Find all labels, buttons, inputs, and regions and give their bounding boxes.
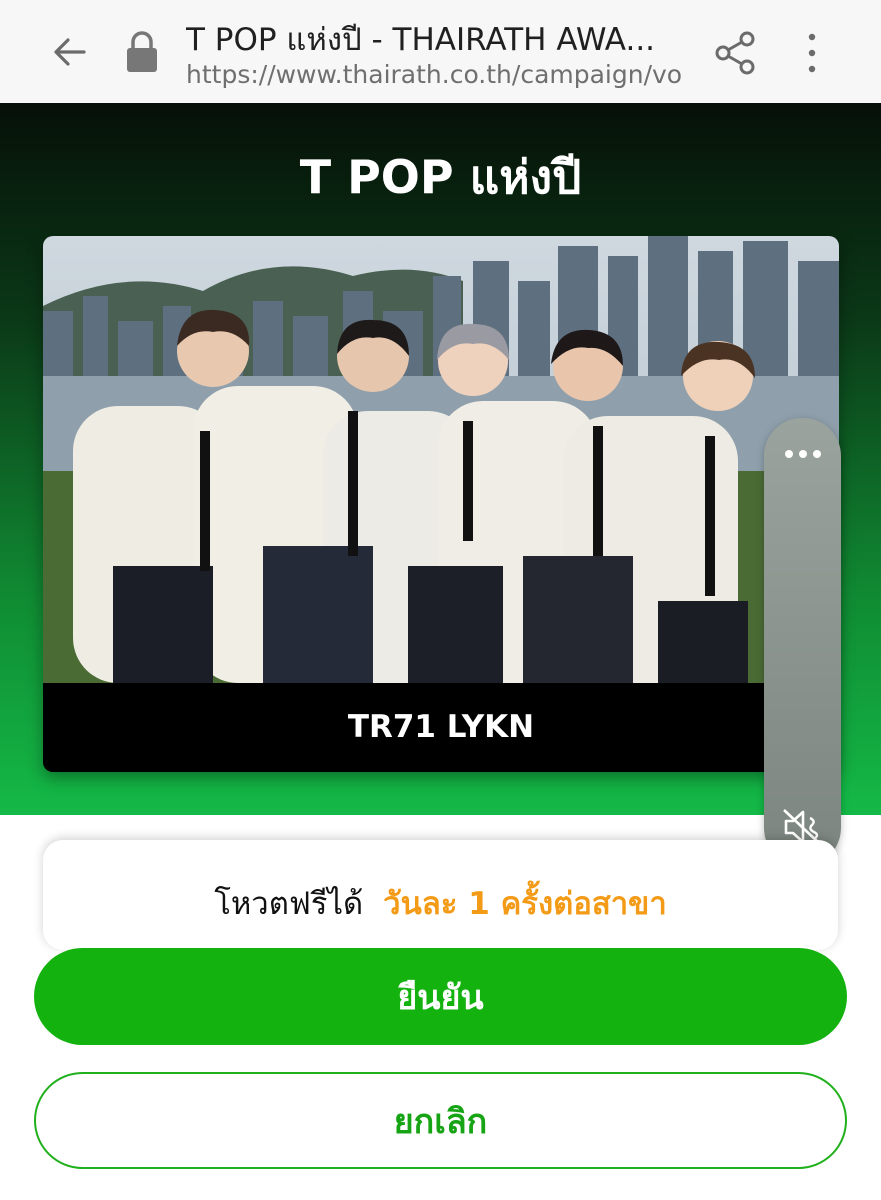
vote-info-highlight: วันละ 1 ครั้งต่อสาขา — [383, 886, 667, 922]
floating-video-widget[interactable] — [764, 418, 841, 866]
hero-section: T POP แห่งปี TR71 LYKN — [0, 103, 881, 815]
cancel-button[interactable]: ยกเลิก — [34, 1072, 847, 1169]
page-title[interactable]: T POP แห่งปี - THAIRATH AWA... — [186, 14, 676, 64]
hero-title: T POP แห่งปี — [299, 150, 582, 204]
candidate-photo — [43, 236, 839, 683]
vote-info-card: โหวตฟรีได้ วันละ 1 ครั้งต่อสาขา — [43, 840, 838, 950]
share-icon[interactable] — [714, 30, 756, 76]
lock-icon[interactable] — [124, 30, 160, 74]
url-text[interactable]: https://www.thairath.co.th/campaign/vo — [186, 60, 683, 89]
vote-info-prefix: โหวตฟรีได้ — [214, 886, 364, 922]
browser-toolbar: T POP แห่งปี - THAIRATH AWA... https://w… — [0, 0, 881, 104]
more-vert-icon[interactable] — [796, 30, 828, 76]
more-horiz-icon[interactable] — [782, 446, 824, 462]
arrow-left-icon[interactable] — [48, 30, 92, 74]
confirm-button[interactable]: ยืนยัน — [34, 948, 847, 1045]
candidate-card[interactable]: TR71 LYKN — [43, 236, 839, 772]
vote-info-text: โหวตฟรีได้ วันละ 1 ครั้งต่อสาขา — [43, 878, 838, 928]
candidate-name: TR71 LYKN — [43, 683, 839, 772]
